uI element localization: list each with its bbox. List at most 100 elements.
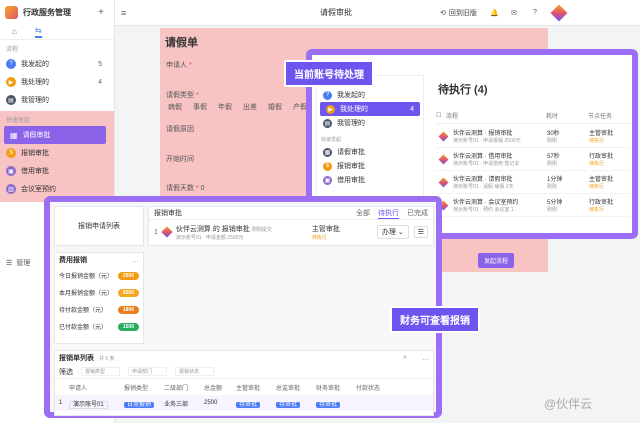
table-cell: 1 xyxy=(59,400,63,406)
mini-quick-label: 借用审批 xyxy=(337,177,365,184)
app-header: 行政服务管理 + xyxy=(0,0,114,24)
inbox-icon[interactable]: ✉ xyxy=(511,9,517,17)
mini-quick-reimburse[interactable]: $ 报销审批 xyxy=(317,159,423,173)
sidebar-item-label: 会议室预约 xyxy=(21,186,56,193)
stats-list: 今日报销金额（元） 2500 本月报销金额（元） 6500 待付款金额（元） 1800 已付… xyxy=(55,267,143,335)
pending-row-duration: 5分钟 xyxy=(547,200,563,206)
stat-row: 今日报销金额（元） 2500 xyxy=(55,267,143,284)
mini-item-initiated[interactable]: ? 我发起的 xyxy=(317,88,423,102)
sidebar-item-handled[interactable]: ▶ 我处理的 4 xyxy=(0,73,114,91)
pending-header: 流程 xyxy=(446,114,459,120)
submit-button[interactable]: 发起流程 xyxy=(478,253,515,268)
more-icon[interactable]: ☰ xyxy=(413,226,428,238)
stat-label: 本月报销金额（元） xyxy=(59,291,114,297)
filter-bar: 筛选 报销类型 申请部门 报销状态 xyxy=(55,365,433,379)
days-label: 请假天数 * 0 xyxy=(166,185,205,192)
leave-option[interactable]: 婚假 xyxy=(268,102,282,112)
table-cell: 业务三部 xyxy=(164,401,189,408)
mini-item-handled[interactable]: ▶ 我处理的 4 xyxy=(320,102,420,116)
sidebar-section-flow: 流程 xyxy=(6,47,19,53)
table-row[interactable]: 1 演示账号01 日常报销 业务三部 2500 待审批 待审批 待审批 xyxy=(55,395,433,411)
table-cell: 日常报销 xyxy=(124,399,164,408)
table-header-cell: 总金额 xyxy=(204,385,223,392)
pending-row[interactable]: 伙伴云测算 · 请假审批 演示账号01 · 请假 病假 2天 1分钟 刚刚 主管审批 待执… xyxy=(436,171,630,194)
add-app-button[interactable]: + xyxy=(98,7,104,18)
mini-item-count: 4 xyxy=(410,105,414,113)
search-icon[interactable]: ⌕ xyxy=(403,354,407,362)
tab-done[interactable]: 已完成 xyxy=(407,208,428,218)
ellipsis-icon[interactable]: … xyxy=(422,355,429,362)
approval-panel-header: 报销审批 全部 待执行 已完成 xyxy=(149,207,433,220)
pending-title: 待执行 (4) xyxy=(438,84,488,96)
pending-row-time-sub: 刚刚 xyxy=(547,207,558,213)
app-logo-icon xyxy=(438,131,449,141)
mini-quick-label: 报销审批 xyxy=(337,163,365,170)
sidebar-item-label: 请假审批 xyxy=(22,132,51,139)
pending-row-title: 伙伴云测算 · 报销审批 xyxy=(453,131,513,137)
pending-row[interactable]: 伙伴云测算 · 报销审批 演示账号01 · 申请报销 2500元 30秒 刚刚 主管审批… xyxy=(436,125,630,148)
pending-row[interactable]: 伙伴云测算 · 会议室预约 演示账号01 · 预约 会议室 1 5分钟 刚刚 行政审批待… xyxy=(436,194,630,217)
doc-icon: ▤ xyxy=(6,95,16,105)
filter-dept-select[interactable]: 申请部门 xyxy=(128,367,168,376)
table-head: 申请人 报销类型 二级部门 总金额 主管审批 总监审批 财务审批 付款状态 xyxy=(55,379,433,395)
stats-header: 费用报销 … xyxy=(55,253,143,267)
pending-row-task: 行政审批 待执行 xyxy=(589,151,613,167)
settings-icon: ☰ xyxy=(6,260,13,267)
back-to-old-button[interactable]: ⟲ 回到旧版 xyxy=(440,8,477,18)
history-icon: ⟲ xyxy=(440,9,446,17)
table-cell: 待审批 xyxy=(276,399,316,408)
applicant-label: 申请人 * xyxy=(166,62,192,69)
tab-all[interactable]: 全部 xyxy=(356,208,370,218)
row-title: 伙伴云测算 的 报销审批 xyxy=(175,225,250,233)
pending-row-subtitle: 演示账号01 · 申请报销 2500元 xyxy=(453,138,521,144)
manage-label: 管理 xyxy=(16,260,31,267)
avatar[interactable] xyxy=(550,4,568,21)
row-time: 刚刚提交 xyxy=(251,226,272,233)
mini-quick-leave[interactable]: ▦ 请假审批 xyxy=(317,145,423,159)
manage-link[interactable]: ☰ 管理 xyxy=(6,258,30,268)
callout-pending: 当前账号待处理 xyxy=(284,60,374,87)
approval-row[interactable]: 1 伙伴云测算 的 报销审批 刚刚提交 演示账号01 · 申请金额 2500元 … xyxy=(149,220,433,244)
home-icon[interactable]: ⌂ xyxy=(12,27,17,36)
stat-label: 已付款金额（元） xyxy=(59,325,108,331)
sidebar-item-reimburse[interactable]: $ 报销审批 xyxy=(0,144,114,162)
reimburse-list-card[interactable]: 报销申请列表 xyxy=(54,206,144,246)
stat-label: 今日报销金额（元） xyxy=(59,274,114,280)
stat-row: 待付款金额（元） 1800 xyxy=(55,301,143,318)
workflow-icon[interactable]: ⇆ xyxy=(34,26,42,38)
sidebar-item-leave[interactable]: ▦ 请假审批 xyxy=(4,126,106,144)
mini-quick-borrow[interactable]: ▣ 借用审批 xyxy=(317,173,423,187)
pending-row-duration: 57秒 xyxy=(547,154,560,160)
filter-status-select[interactable]: 报销状态 xyxy=(175,367,215,376)
watermark: @伙伴云 xyxy=(544,397,593,411)
days-value: 0 xyxy=(200,185,205,192)
stats-title: 费用报销 xyxy=(59,257,87,264)
sidebar-item-borrow[interactable]: ▣ 借用审批 xyxy=(0,162,114,180)
sidebar-item-label: 借用审批 xyxy=(21,168,49,175)
mini-item-managed[interactable]: ▤ 我管理的 xyxy=(317,116,423,130)
sidebar-item-initiated[interactable]: ? 我发起的 5 xyxy=(0,55,114,73)
sidebar-item-label: 我发起的 xyxy=(21,61,49,68)
leave-option[interactable]: 病假 xyxy=(168,102,182,112)
send-icon: ? xyxy=(6,59,16,69)
leave-option[interactable]: 年假 xyxy=(218,102,232,112)
pending-row-time-sub: 刚刚 xyxy=(547,138,558,144)
approval-panel: 报销审批 全部 待执行 已完成 1 伙伴云测算 的 报销审批 刚刚提交 演示账号… xyxy=(148,206,434,246)
handle-button[interactable]: 办理 ⌄ xyxy=(376,225,409,239)
bell-icon[interactable]: 🔔 xyxy=(490,9,499,17)
leave-option[interactable]: 产假 xyxy=(293,102,307,112)
stat-value: 1500 xyxy=(117,322,139,331)
header-checkbox[interactable]: ☐ xyxy=(436,112,446,119)
callout-finance: 财务可查看报销 xyxy=(390,306,480,333)
filter-label: 筛选 xyxy=(59,368,73,376)
ellipsis-icon[interactable]: … xyxy=(132,257,139,264)
sidebar-item-managed[interactable]: ▤ 我管理的 xyxy=(0,91,114,109)
menu-icon[interactable]: ≡ xyxy=(121,8,126,18)
tab-pending[interactable]: 待执行 xyxy=(378,208,399,219)
leave-option[interactable]: 事假 xyxy=(193,102,207,112)
leave-option[interactable]: 出差 xyxy=(243,102,257,112)
pending-row[interactable]: 伙伴云测算 · 借用审批 演示账号01 · 申请借用 笔记本 57秒 刚刚 行政审批 待执… xyxy=(436,148,630,171)
help-icon[interactable]: ? xyxy=(533,9,537,16)
back-label: 回到旧版 xyxy=(448,9,477,17)
filter-type-select[interactable]: 报销类型 xyxy=(81,367,121,376)
